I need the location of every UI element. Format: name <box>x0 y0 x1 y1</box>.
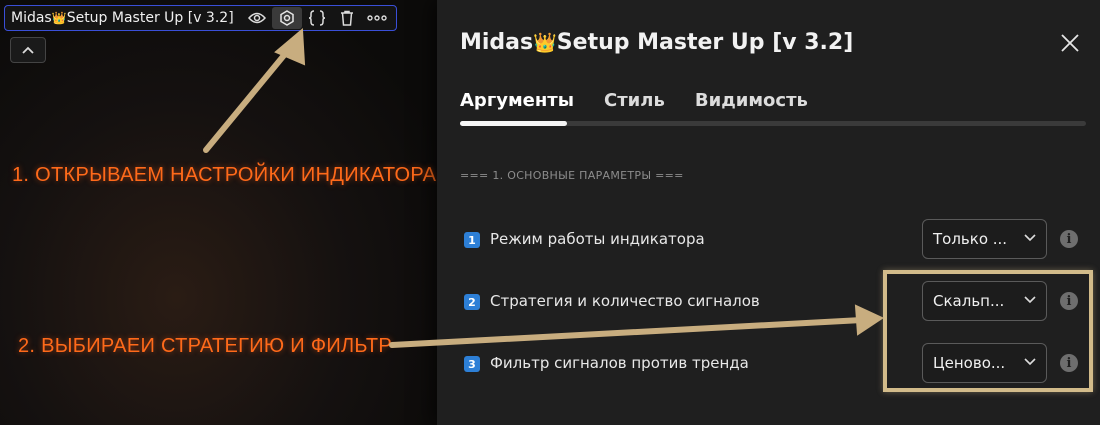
info-icon[interactable]: i <box>1060 230 1078 248</box>
setting-row: 3 Фильтр сигналов против тренда Ценово..… <box>460 343 1086 383</box>
dialog-title-suffix: Setup Master Up [v 3.2] <box>556 30 854 55</box>
trend-filter-select[interactable]: Ценово... <box>922 343 1047 383</box>
setting-label: Фильтр сигналов против тренда <box>490 354 749 372</box>
close-icon <box>1061 34 1079 52</box>
active-tab-indicator <box>460 121 567 126</box>
chart-area <box>0 0 440 425</box>
select-value: Только ... <box>933 230 1008 248</box>
trash-icon[interactable] <box>332 7 362 29</box>
chevron-down-icon <box>1024 234 1036 242</box>
chevron-down-icon <box>1024 296 1036 304</box>
select-value: Ценово... <box>933 354 1006 372</box>
settings-gear-icon[interactable] <box>271 7 302 29</box>
section-header: === 1. ОСНОВНЫЕ ПАРАМЕТРЫ === <box>460 169 684 182</box>
annotation-step-2: 2. ВЫБИРАЕИ СТРАТЕГИЮ И ФИЛЬТР <box>18 335 393 357</box>
indicator-legend-title: Midas👑Setup Master Up [v 3.2] <box>11 10 234 26</box>
setting-label: Стратегия и количество сигналов <box>490 292 760 310</box>
eye-icon[interactable] <box>242 7 272 29</box>
collapse-legend-button[interactable] <box>10 37 46 63</box>
setting-row: 1 Режим работы индикатора Только ... i <box>460 219 1086 259</box>
info-icon[interactable]: i <box>1060 292 1078 310</box>
setting-row: 2 Стратегия и количество сигналов Скальп… <box>460 281 1086 321</box>
tab-arguments[interactable]: Аргументы <box>460 90 574 111</box>
select-value: Скальп... <box>933 292 1005 310</box>
indicator-settings-dialog: Midas👑Setup Master Up [v 3.2] Аргументы … <box>437 0 1100 425</box>
dialog-tabs: Аргументы Стиль Видимость <box>460 90 838 111</box>
tab-scroll-track <box>460 121 1086 126</box>
legend-title-prefix: Midas <box>11 10 52 26</box>
tab-style[interactable]: Стиль <box>604 90 665 111</box>
dialog-title-prefix: Midas <box>460 30 534 55</box>
crown-icon: 👑 <box>51 11 67 25</box>
strategy-select[interactable]: Скальп... <box>922 281 1047 321</box>
info-icon[interactable]: i <box>1060 354 1078 372</box>
source-code-icon[interactable] <box>302 7 332 29</box>
number-badge: 1 <box>464 232 480 248</box>
tab-visibility[interactable]: Видимость <box>695 90 808 111</box>
number-badge: 2 <box>464 294 480 310</box>
dialog-title: Midas👑Setup Master Up [v 3.2] <box>460 30 853 55</box>
chevron-down-icon <box>1024 358 1036 366</box>
chevron-up-icon <box>22 46 34 54</box>
annotation-step-1: 1. ОТКРЫВАЕМ НАСТРОЙКИ ИНДИКАТОРА <box>12 164 437 186</box>
indicator-legend[interactable]: Midas👑Setup Master Up [v 3.2] <box>4 5 397 31</box>
number-badge: 3 <box>464 356 480 372</box>
close-button[interactable] <box>1057 30 1083 56</box>
mode-select[interactable]: Только ... <box>922 219 1047 259</box>
legend-title-suffix: Setup Master Up [v 3.2] <box>66 10 234 26</box>
crown-icon: 👑 <box>533 32 557 54</box>
setting-label: Режим работы индикатора <box>490 230 705 248</box>
more-icon[interactable] <box>362 7 392 29</box>
